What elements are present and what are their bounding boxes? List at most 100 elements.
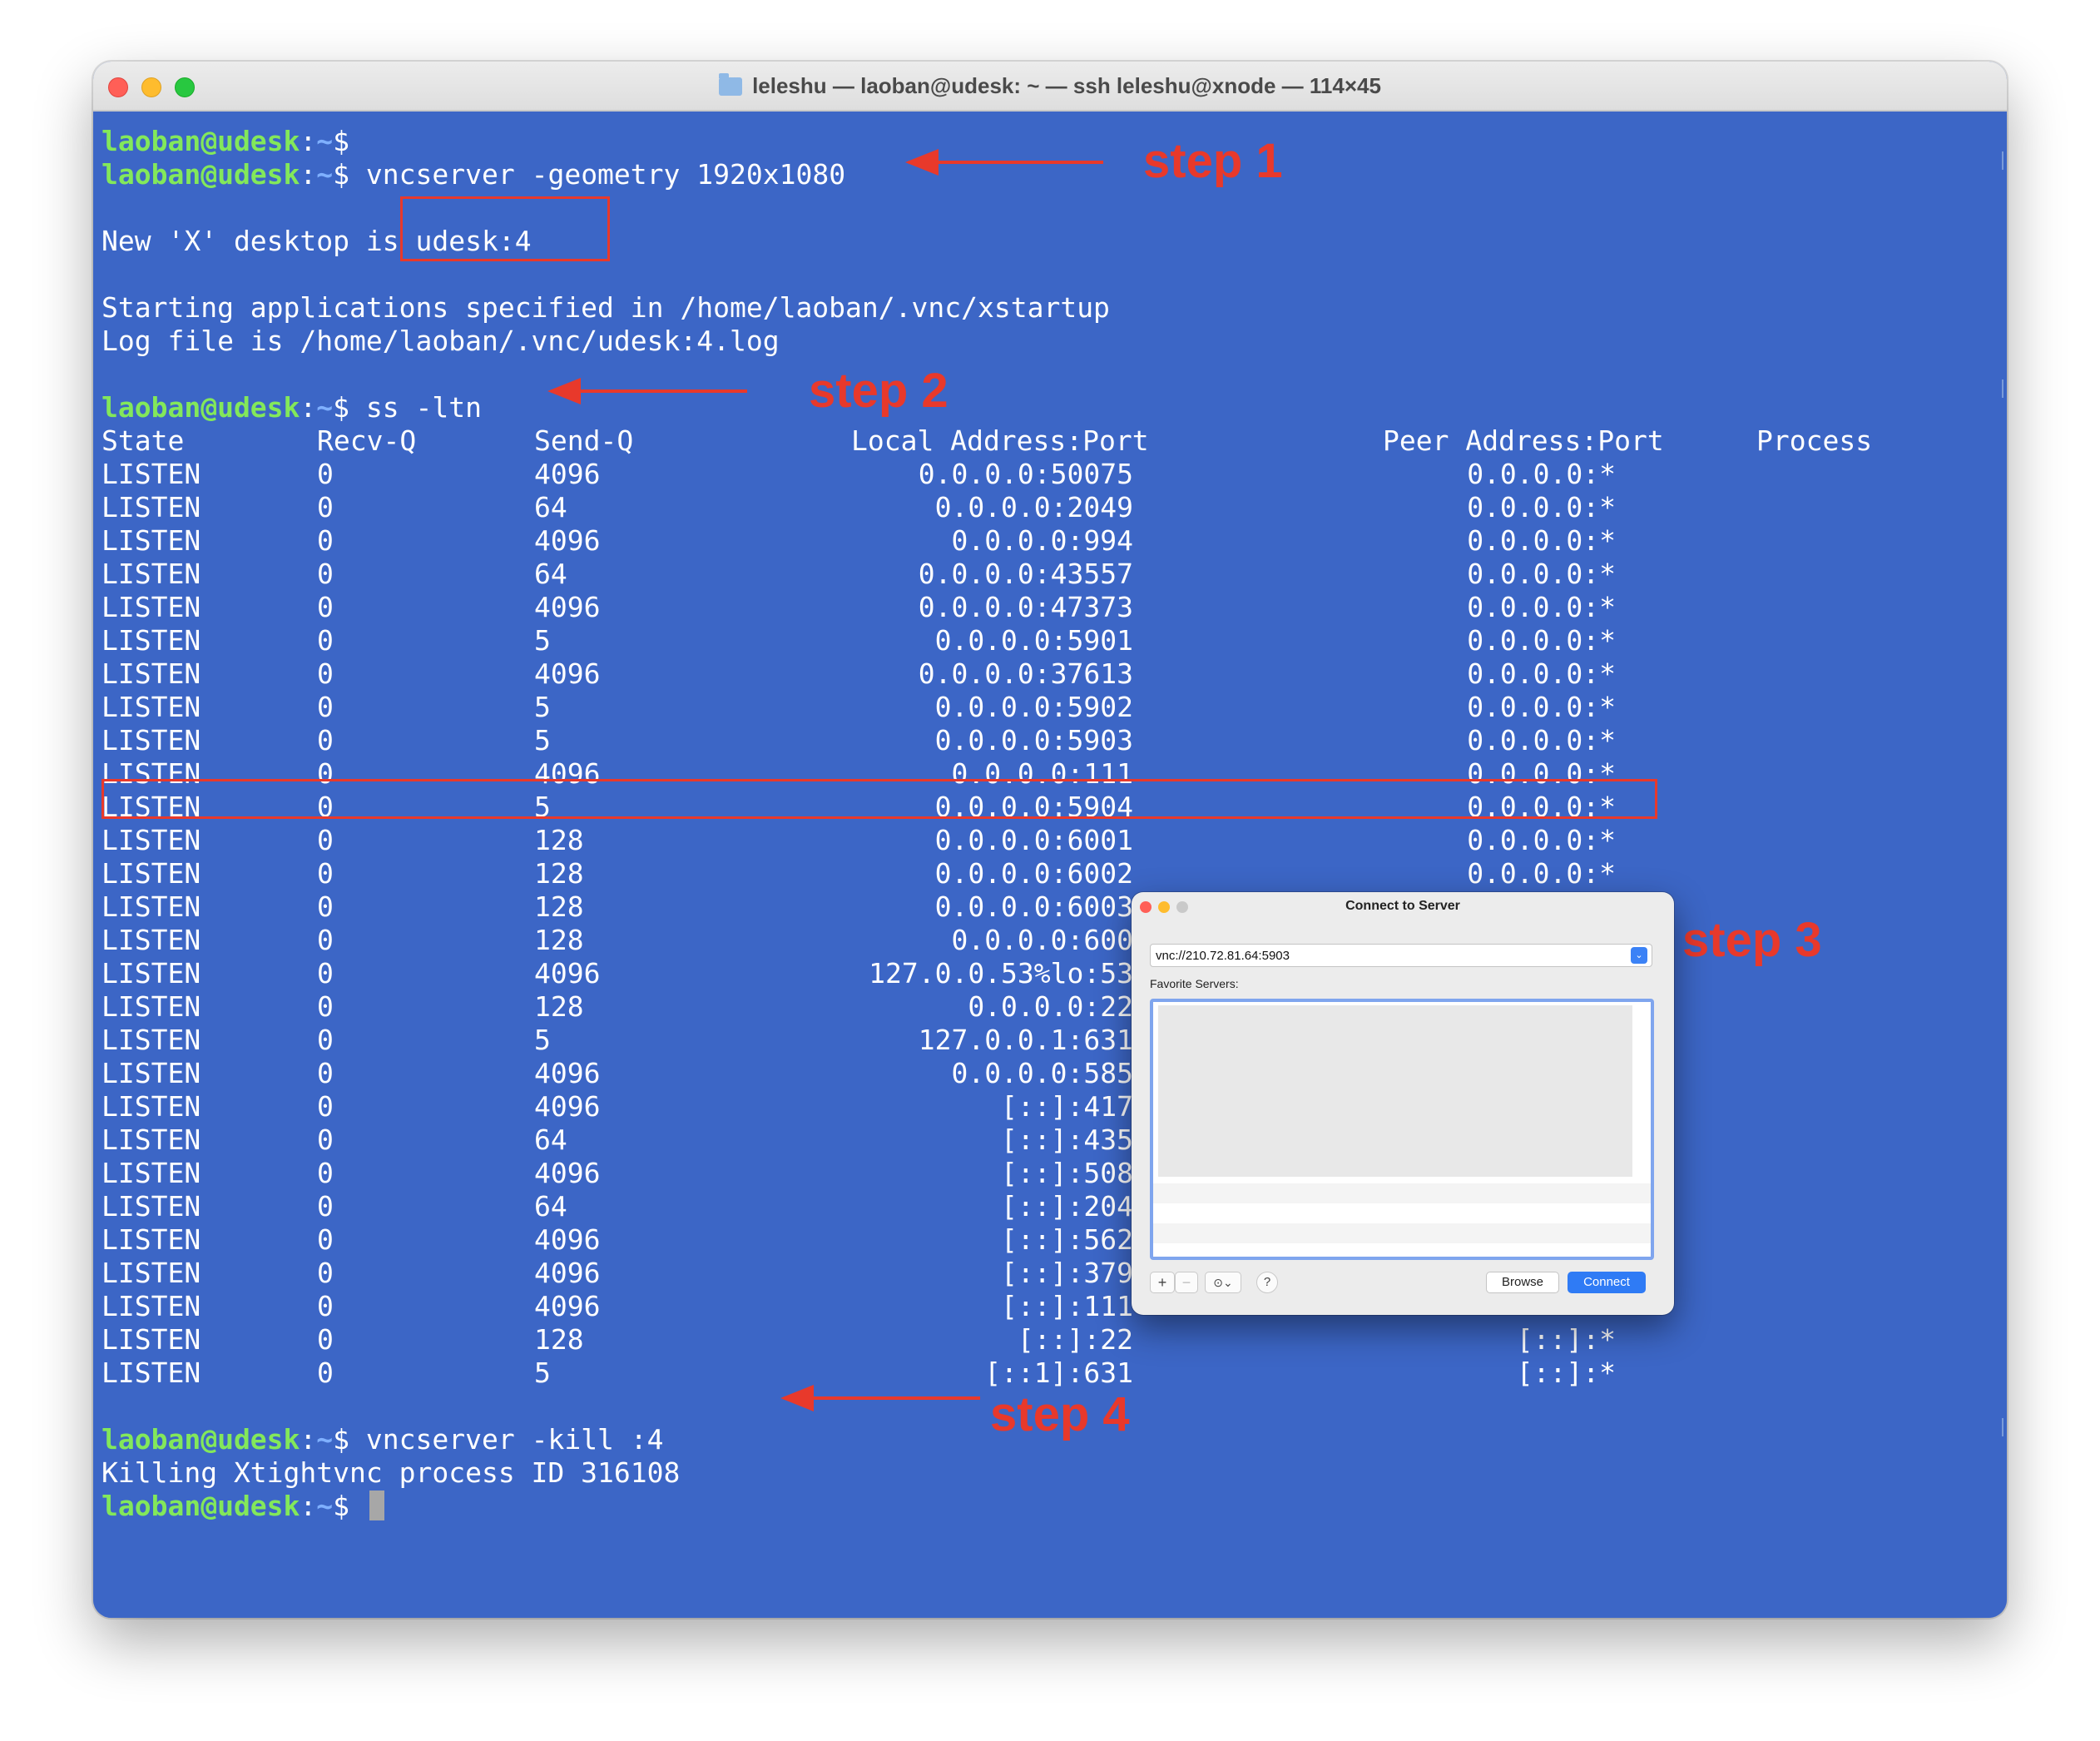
state-cell: LISTEN xyxy=(102,1057,201,1089)
peer-address-cell: 0.0.0.0:* xyxy=(1467,491,1616,523)
recvq-cell: 0 xyxy=(317,1357,334,1389)
recvq-cell: 0 xyxy=(317,724,334,756)
local-address-cell: 127.0.0.1:631 xyxy=(918,1024,1133,1056)
column-header: Local Address:Port xyxy=(851,424,1149,457)
sendq-cell: 4096 xyxy=(534,1257,601,1289)
command-line-kill: laoban@udesk:~$ vncserver -kill :4 xyxy=(102,1423,664,1456)
local-address-cell: 0.0.0.0:5903 xyxy=(934,724,1133,756)
local-address-cell: [::]:417 xyxy=(1001,1090,1133,1123)
sendq-cell: 128 xyxy=(534,990,584,1023)
sendq-cell: 5 xyxy=(534,724,551,756)
state-cell: LISTEN xyxy=(102,1157,201,1189)
state-cell: LISTEN xyxy=(102,1323,201,1356)
sendq-cell: 5 xyxy=(534,1024,551,1056)
recvq-cell: 0 xyxy=(317,1024,334,1056)
local-address-cell: [::]:508 xyxy=(1001,1157,1133,1189)
add-favorite-button[interactable]: + xyxy=(1150,1272,1175,1293)
local-address-cell: 0.0.0.0:994 xyxy=(951,524,1133,557)
recvq-cell: 0 xyxy=(317,1257,334,1289)
recvq-cell: 0 xyxy=(317,990,334,1023)
scroll-mark xyxy=(1998,379,2003,398)
peer-address-cell: 0.0.0.0:* xyxy=(1467,724,1616,756)
recvq-cell: 0 xyxy=(317,558,334,590)
local-address-cell: 127.0.0.53%lo:53 xyxy=(869,957,1133,990)
local-address-cell: 0.0.0.0:6002 xyxy=(934,857,1133,890)
server-address-input[interactable]: vnc://210.72.81.64:5903 xyxy=(1150,944,1652,967)
scroll-mark xyxy=(1998,151,2003,170)
recvq-cell: 0 xyxy=(317,924,334,956)
recvq-cell: 0 xyxy=(317,1090,334,1123)
peer-address-cell: 0.0.0.0:* xyxy=(1467,691,1616,723)
list-stripe xyxy=(1153,1223,1651,1243)
sendq-cell: 4096 xyxy=(534,1157,601,1189)
local-address-cell: 0.0.0.0:600 xyxy=(951,924,1133,956)
sendq-cell: 5 xyxy=(534,624,551,657)
column-header: Recv-Q xyxy=(317,424,417,457)
state-cell: LISTEN xyxy=(102,1024,201,1056)
prompt-line-final[interactable]: laoban@udesk:~$ xyxy=(102,1490,384,1523)
sendq-cell: 4096 xyxy=(534,657,601,690)
local-address-cell: 0.0.0.0:50075 xyxy=(918,458,1133,490)
remove-favorite-button[interactable]: − xyxy=(1175,1272,1198,1293)
sendq-cell: 5 xyxy=(534,691,551,723)
highlight-box-row-5904 xyxy=(102,779,1657,819)
state-cell: LISTEN xyxy=(102,1223,201,1256)
log-output-line: Log file is /home/laoban/.vnc/udesk:4.lo… xyxy=(102,325,780,357)
dialog-button-row: + − ⊙⌄ ? Browse Connect xyxy=(1150,1272,1656,1295)
dialog-title: Connect to Server xyxy=(1345,899,1460,913)
sendq-cell: 64 xyxy=(534,558,567,590)
state-cell: LISTEN xyxy=(102,724,201,756)
favorite-servers-list[interactable] xyxy=(1150,999,1654,1260)
chevron-down-icon[interactable]: ⌄ xyxy=(1631,947,1647,964)
recvq-cell: 0 xyxy=(317,491,334,523)
state-cell: LISTEN xyxy=(102,524,201,557)
sendq-cell: 4096 xyxy=(534,1090,601,1123)
state-cell: LISTEN xyxy=(102,1190,201,1223)
local-address-cell: 0.0.0.0:5902 xyxy=(934,691,1133,723)
local-address-cell: 0.0.0.0:2049 xyxy=(934,491,1133,523)
more-options-menu[interactable]: ⊙⌄ xyxy=(1205,1272,1241,1293)
recvq-cell: 0 xyxy=(317,1057,334,1089)
state-cell: LISTEN xyxy=(102,1290,201,1322)
recvq-cell: 0 xyxy=(317,957,334,990)
scroll-mark xyxy=(1998,1418,2003,1436)
connect-button[interactable]: Connect xyxy=(1568,1272,1646,1293)
sendq-cell: 4096 xyxy=(534,1290,601,1322)
recvq-cell: 0 xyxy=(317,591,334,623)
help-button[interactable]: ? xyxy=(1256,1272,1278,1293)
sendq-cell: 4096 xyxy=(534,591,601,623)
step-4-label: step 4 xyxy=(990,1387,1130,1441)
window-title: leleshu — laoban@udesk: ~ — ssh leleshu@… xyxy=(93,62,2007,110)
recvq-cell: 0 xyxy=(317,1290,334,1322)
terminal-window: leleshu — laoban@udesk: ~ — ssh leleshu@… xyxy=(93,62,2007,1618)
recvq-cell: 0 xyxy=(317,1323,334,1356)
sendq-cell: 128 xyxy=(534,890,584,923)
sendq-cell: 4096 xyxy=(534,524,601,557)
local-address-cell: [::]:22 xyxy=(1017,1323,1133,1356)
peer-address-cell: [::]:* xyxy=(1516,1323,1616,1356)
step-1-label: step 1 xyxy=(1143,134,1283,188)
local-address-cell: 0.0.0.0:37613 xyxy=(918,657,1133,690)
list-stripe xyxy=(1153,1183,1651,1203)
local-address-cell: 0.0.0.0:5901 xyxy=(934,624,1133,657)
recvq-cell: 0 xyxy=(317,1223,334,1256)
sendq-cell: 64 xyxy=(534,1123,567,1156)
sendq-cell: 4096 xyxy=(534,957,601,990)
recvq-cell: 0 xyxy=(317,624,334,657)
state-cell: LISTEN xyxy=(102,957,201,990)
browse-button[interactable]: Browse xyxy=(1486,1272,1559,1293)
dialog-title-bar[interactable]: Connect to Server xyxy=(1132,892,1674,920)
sendq-cell: 128 xyxy=(534,924,584,956)
column-header: State xyxy=(102,424,185,457)
title-bar[interactable]: leleshu — laoban@udesk: ~ — ssh leleshu@… xyxy=(93,62,2007,112)
local-address-cell: [::]:111 xyxy=(1001,1290,1133,1322)
state-cell: LISTEN xyxy=(102,1257,201,1289)
state-cell: LISTEN xyxy=(102,824,201,856)
favorite-servers-label: Favorite Servers: xyxy=(1150,977,1239,990)
peer-address-cell: 0.0.0.0:* xyxy=(1467,857,1616,890)
sendq-cell: 4096 xyxy=(534,1223,601,1256)
recvq-cell: 0 xyxy=(317,857,334,890)
recvq-cell: 0 xyxy=(317,890,334,923)
step-2-label: step 2 xyxy=(809,364,948,418)
recvq-cell: 0 xyxy=(317,657,334,690)
